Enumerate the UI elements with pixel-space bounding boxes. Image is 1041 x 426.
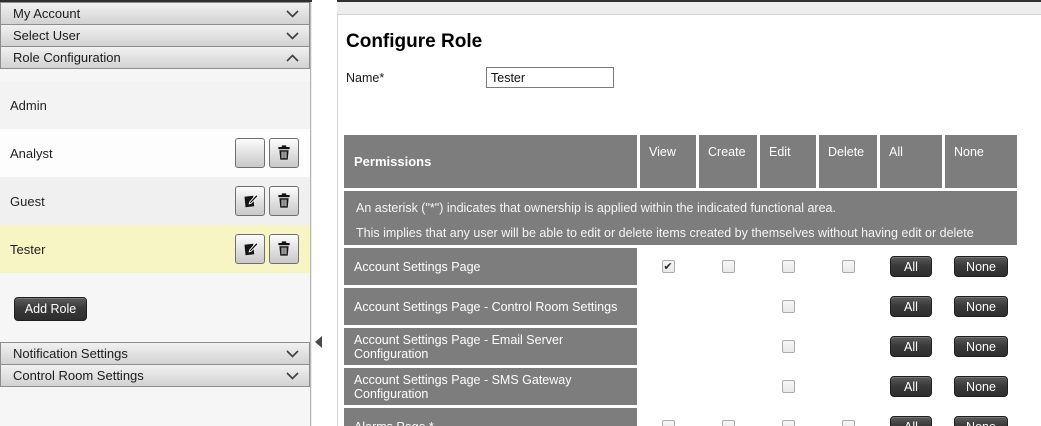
column-header-view: View: [640, 135, 696, 188]
column-header-all: All: [880, 135, 942, 188]
chevron-up-icon: [286, 53, 299, 62]
role-list: Admin Analyst Guest Tester: [0, 81, 310, 273]
none-button[interactable]: None: [954, 416, 1008, 426]
column-header-edit: Edit: [760, 135, 816, 188]
accordion-notification-settings[interactable]: Notification Settings: [0, 342, 310, 365]
delete-checkbox[interactable]: [841, 420, 855, 426]
delete-checkbox[interactable]: [841, 260, 855, 273]
edit-checkbox[interactable]: [781, 420, 795, 426]
sidebar: My Account Select User Role Configuratio…: [0, 2, 311, 426]
chevron-down-icon: [286, 9, 299, 18]
name-field-row: Name*: [346, 67, 1041, 88]
permission-row-label: Alarms Page *: [344, 408, 637, 426]
add-role-button[interactable]: Add Role: [14, 297, 87, 321]
none-button[interactable]: None: [954, 376, 1008, 397]
delete-role-button[interactable]: [269, 234, 299, 264]
edit-role-button[interactable]: [235, 138, 265, 168]
role-row-analyst[interactable]: Analyst: [0, 129, 310, 177]
column-header-none: None: [945, 135, 1017, 188]
role-row-admin[interactable]: Admin: [0, 81, 310, 129]
permission-row-label: Account Settings Page: [344, 248, 637, 285]
none-button[interactable]: None: [954, 296, 1008, 317]
name-label: Name*: [346, 70, 385, 85]
delete-role-button[interactable]: [269, 138, 299, 168]
role-name-input[interactable]: [486, 67, 614, 88]
role-name: Analyst: [10, 145, 53, 161]
permission-row-label: Account Settings Page - Email Server Con…: [344, 328, 637, 365]
edit-checkbox[interactable]: [781, 380, 795, 393]
accordion-label: Notification Settings: [13, 346, 128, 361]
edit-role-button[interactable]: [235, 186, 265, 216]
edit-checkbox[interactable]: [781, 260, 795, 273]
pane-splitter[interactable]: [312, 0, 337, 426]
splitter-collapse-icon[interactable]: [315, 336, 322, 348]
accordion-label: Select User: [13, 28, 81, 43]
edit-role-button[interactable]: [235, 234, 265, 264]
none-button[interactable]: None: [954, 256, 1008, 277]
permission-row-label: Account Settings Page - Control Room Set…: [344, 288, 637, 325]
role-name: Admin: [10, 97, 47, 113]
accordion-label: My Account: [13, 6, 81, 21]
main-panel: Configure Role Name* Permissions View Cr…: [337, 14, 1041, 426]
delete-role-button[interactable]: [269, 186, 299, 216]
role-name: Guest: [10, 193, 45, 209]
page-title: Configure Role: [346, 31, 483, 52]
all-button[interactable]: All: [890, 416, 932, 426]
view-checkbox[interactable]: [661, 420, 675, 426]
edit-checkbox[interactable]: [781, 300, 795, 313]
accordion-label: Role Configuration: [13, 50, 121, 65]
role-row-tester[interactable]: Tester: [0, 225, 310, 273]
edit-checkbox[interactable]: [781, 340, 795, 353]
create-checkbox[interactable]: [721, 260, 735, 273]
all-button[interactable]: All: [890, 296, 932, 317]
none-button[interactable]: None: [954, 336, 1008, 357]
all-button[interactable]: All: [890, 336, 932, 357]
note-line-1: An asterisk ("*") indicates that ownersh…: [356, 201, 836, 215]
create-checkbox[interactable]: [721, 420, 735, 426]
accordion-select-user[interactable]: Select User: [0, 24, 310, 47]
all-button[interactable]: All: [890, 376, 932, 397]
chevron-down-icon: [286, 31, 299, 40]
accordion-label: Control Room Settings: [13, 368, 144, 383]
chevron-down-icon: [286, 371, 299, 380]
bottom-accordions: Notification Settings Control Room Setti…: [0, 342, 310, 387]
permissions-header: Permissions: [344, 135, 637, 188]
view-checkbox[interactable]: [661, 260, 675, 273]
role-row-guest[interactable]: Guest: [0, 177, 310, 225]
column-header-delete: Delete: [819, 135, 877, 188]
all-button[interactable]: All: [890, 256, 932, 277]
chevron-down-icon: [286, 349, 299, 358]
accordion-control-room-settings[interactable]: Control Room Settings: [0, 364, 310, 387]
permission-row-label: Account Settings Page - SMS Gateway Conf…: [344, 368, 637, 405]
permissions-table: Permissions View Create Edit Delete All …: [344, 135, 1017, 426]
accordion-role-configuration[interactable]: Role Configuration: [0, 46, 310, 69]
accordion-my-account[interactable]: My Account: [0, 2, 310, 25]
column-header-create: Create: [699, 135, 757, 188]
ownership-note: An asterisk ("*") indicates that ownersh…: [344, 191, 1017, 265]
app-window: My Account Select User Role Configuratio…: [0, 0, 1041, 426]
role-name: Tester: [10, 241, 46, 257]
